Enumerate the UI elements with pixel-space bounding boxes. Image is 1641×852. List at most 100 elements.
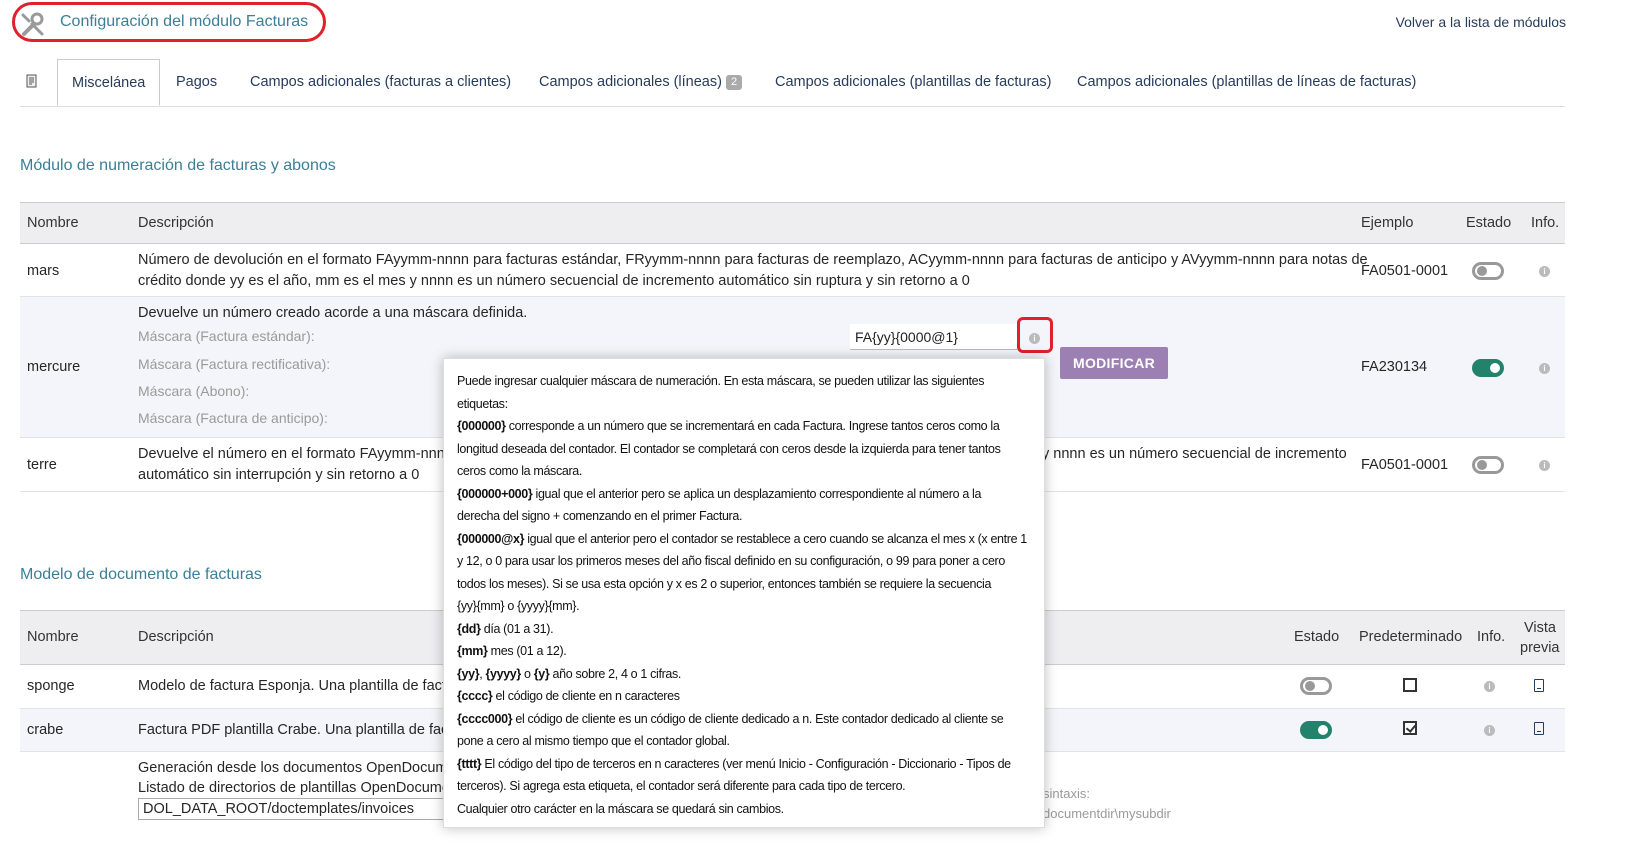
col-nombre: Nombre: [27, 215, 79, 231]
tooltip-line: terceros). Si agrega esta etiqueta, el c…: [457, 779, 906, 793]
row-example: FA0501-0001: [1361, 263, 1449, 279]
row-description-line1: Número de devolución en el formato FAyym…: [138, 252, 1368, 268]
row-name: crabe: [27, 722, 64, 738]
pdf-preview-icon[interactable]: [1534, 722, 1544, 735]
tooltip-line: longitud deseada del contador. El contad…: [457, 441, 1001, 456]
row-name: sponge: [27, 678, 75, 694]
tooltip-line: {yy}, {yyyy} o {y} año sobre 2, 4 o 1 ci…: [457, 663, 1031, 686]
tooltip-text: el código de cliente en n caracteres: [492, 689, 680, 703]
tab-extrafields-lines[interactable]: Campos adicionales (líneas) 2: [539, 59, 743, 105]
tooltip-line: {cccc} el código de cliente en n caracte…: [457, 685, 1031, 708]
odt-description-line1: Generación desde los documentos OpenDocu…: [138, 760, 456, 776]
info-icon[interactable]: i: [1484, 725, 1495, 736]
status-toggle-off[interactable]: [1472, 456, 1504, 474]
pdf-preview-icon[interactable]: [1534, 679, 1544, 692]
col-estado: Estado: [1466, 215, 1512, 231]
row-description: Devuelve un número creado acorde a una m…: [138, 305, 528, 321]
tooltip-tag: {dd}: [457, 621, 481, 636]
tooltip-text: igual que el anterior pero se aplica un …: [532, 486, 982, 501]
tooltip-line: ceros como la máscara.: [457, 464, 582, 478]
tooltip-text: mes (01 a 12).: [487, 644, 567, 658]
col-previa: previa: [1520, 640, 1560, 656]
tooltip-line: Cualquier otro carácter en la máscara se…: [457, 801, 784, 816]
mask-help-tooltip: Puede ingresar cualquier máscara de nume…: [443, 358, 1045, 828]
default-checkbox[interactable]: [1403, 678, 1417, 692]
tooltip-line: etiquetas:: [457, 396, 508, 411]
info-icon[interactable]: i: [1539, 460, 1550, 471]
tooltip-line: {000000} corresponde a un número que se …: [457, 415, 1031, 438]
default-checkbox-checked[interactable]: [1403, 721, 1417, 735]
row-description: Modelo de factura Esponja. Una plantilla…: [138, 678, 459, 694]
col-predeterminado: Predeterminado: [1359, 629, 1463, 645]
status-toggle-on[interactable]: [1300, 721, 1332, 739]
modify-button[interactable]: MODIFICAR: [1060, 347, 1168, 379]
numbering-section-title: Módulo de numeración de facturas y abono…: [20, 157, 336, 174]
info-icon[interactable]: i: [1539, 363, 1550, 374]
col-info: Info.: [1531, 215, 1560, 231]
tooltip-text: el código de cliente es un código de cli…: [512, 711, 1004, 726]
row-example: FA230134: [1361, 359, 1428, 375]
row-name: mars: [27, 263, 60, 279]
tab-pagos[interactable]: Pagos: [176, 59, 217, 105]
row-name: mercure: [27, 359, 81, 375]
tab-bar: Miscelánea Pagos Campos adicionales (fac…: [20, 59, 1565, 107]
count-badge: 2: [725, 75, 743, 90]
tab-label: Campos adicionales (líneas): [539, 74, 722, 90]
tooltip-line: {tttt} El código del tipo de terceros en…: [457, 753, 1031, 776]
table-header: Nombre Descripción Ejemplo Estado Info.: [20, 202, 1565, 244]
odt-description-line2: Listado de directorios de plantillas Ope…: [138, 780, 458, 796]
row-description: Factura PDF plantilla Crabe. Una plantil…: [138, 722, 461, 738]
odt-syntax-label: sintaxis:: [1043, 786, 1090, 801]
tooltip-line: todos los meses). Si se usa esta opción …: [457, 576, 992, 591]
col-ejemplo: Ejemplo: [1361, 215, 1414, 231]
tab-miscelanea[interactable]: Miscelánea: [57, 59, 161, 106]
tooltip-line: {000000@x} igual que el anterior pero el…: [457, 528, 1031, 551]
status-toggle-on[interactable]: [1472, 359, 1504, 377]
tooltip-line: {cccc000} el código de cliente es un cód…: [457, 708, 1031, 731]
tab-extrafields-template-lines[interactable]: Campos adicionales (plantillas de líneas…: [1077, 59, 1416, 105]
col-nombre: Nombre: [27, 629, 79, 645]
mask-label-standard: Máscara (Factura estándar):: [138, 328, 315, 344]
tooltip-text: igual que el anterior pero el contador s…: [524, 531, 1027, 546]
tab-extrafields-templates[interactable]: Campos adicionales (plantillas de factur…: [775, 59, 1051, 105]
col-estado: Estado: [1294, 629, 1340, 645]
odt-path-input[interactable]: DOL_DATA_ROOT/doctemplates/invoices: [138, 798, 448, 820]
mask-input-standard[interactable]: [850, 324, 1017, 350]
tooltip-line: {mm} mes (01 a 12).: [457, 640, 1031, 663]
info-icon[interactable]: i: [1539, 266, 1550, 277]
back-to-modules-link[interactable]: Volver a la lista de módulos: [1396, 14, 1566, 30]
tooltip-tag: {yyyy}: [485, 666, 521, 681]
col-descripcion: Descripción: [138, 629, 214, 645]
models-section-title: Modelo de documento de facturas: [20, 566, 262, 583]
tooltip-line: y 12, o 0 para usar los primeros meses d…: [457, 554, 1005, 568]
document-icon: [26, 74, 37, 88]
tooltip-tag: {mm}: [457, 644, 488, 658]
tooltip-line: {dd} día (01 a 31).: [457, 618, 1031, 641]
tooltip-tag: {000000}: [457, 419, 506, 433]
tooltip-tag: {y}: [533, 666, 550, 681]
tooltip-tag: {tttt}: [457, 756, 482, 771]
tooltip-line: {000000+000} igual que el anterior pero …: [457, 483, 1031, 506]
status-toggle-off[interactable]: [1300, 677, 1332, 695]
tab-doc-icon[interactable]: [26, 59, 38, 105]
title-highlight-oval: [12, 2, 326, 42]
row-description-line1: Devuelve el número en el formato FAyymm-…: [138, 446, 453, 462]
tooltip-tag: {000000@x}: [457, 531, 525, 546]
tooltip-sep: o: [520, 666, 534, 681]
mask-label-abono: Máscara (Abono):: [138, 383, 250, 399]
tooltip-text: corresponde a un número que se increment…: [505, 419, 1000, 433]
mask-label-anticipo: Máscara (Factura de anticipo):: [138, 410, 328, 426]
status-toggle-off[interactable]: [1472, 262, 1504, 280]
row-description-line1-end: y nnnn es un número secuencial de increm…: [1042, 446, 1347, 462]
info-icon-highlight: [1017, 317, 1053, 353]
tooltip-tag: {cccc000}: [457, 711, 513, 726]
tooltip-text: año sobre 2, 4 o 1 cifras.: [549, 666, 682, 681]
mask-label-rectificativa: Máscara (Factura rectificativa):: [138, 356, 331, 372]
row-example: FA0501-0001: [1361, 457, 1449, 473]
table-row: mars Número de devolución en el formato …: [20, 244, 1565, 297]
info-icon[interactable]: i: [1484, 681, 1495, 692]
tooltip-tag: {000000+000}: [457, 486, 533, 501]
tooltip-line: Puede ingresar cualquier máscara de nume…: [457, 374, 985, 388]
tab-extrafields-invoices[interactable]: Campos adicionales (facturas a clientes): [250, 59, 511, 105]
tooltip-tag: {yy}: [457, 666, 480, 681]
